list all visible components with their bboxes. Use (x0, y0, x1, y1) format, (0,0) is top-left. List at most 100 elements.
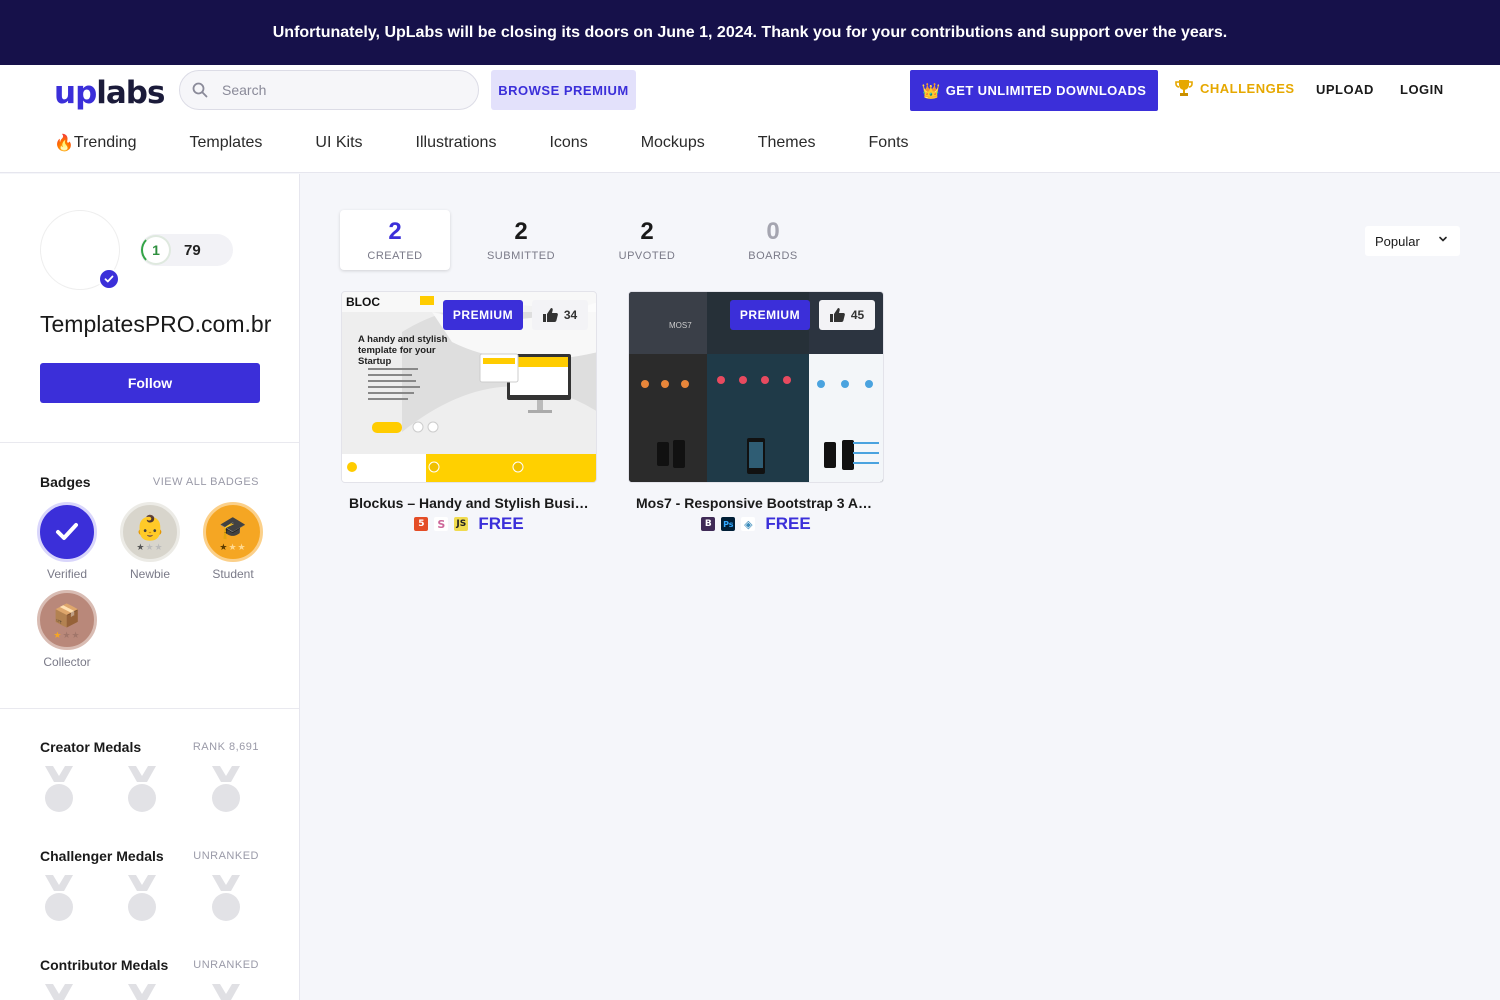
level-ring: 1 (141, 235, 171, 265)
banner-text: Unfortunately, UpLabs will be closing it… (272, 23, 1228, 41)
challenger-medals-title: Challenger Medals (40, 848, 164, 864)
medal-placeholder-icon (128, 984, 156, 1000)
logo-up: up (54, 75, 97, 111)
tab-created[interactable]: 2 CREATED (340, 210, 450, 270)
category-mockups[interactable]: Mockups (641, 133, 705, 153)
browse-premium-button[interactable]: BROWSE PREMIUM (491, 70, 636, 110)
points-value: 79 (184, 241, 201, 259)
badges-title: Badges (40, 474, 91, 490)
category-themes[interactable]: Themes (758, 133, 816, 153)
graduation-cap-icon: 🎓 ★★★ (203, 502, 263, 562)
thumb-brand: BLOC (346, 295, 380, 309)
tab-count: 2 (388, 218, 402, 245)
tab-label: BOARDS (748, 250, 798, 262)
contributor-rank: UNRANKED (193, 959, 259, 971)
category-illustrations[interactable]: Illustrations (416, 133, 497, 153)
tab-upvoted[interactable]: 2 UPVOTED (592, 210, 702, 270)
medal-placeholder-icon (45, 984, 73, 1000)
divider (0, 442, 299, 443)
like-count: 45 (850, 308, 865, 322)
premium-badge: PREMIUM (730, 300, 810, 330)
medal-placeholder-icon (45, 766, 73, 812)
thumbs-up-icon (542, 308, 558, 322)
uplabs-logo[interactable]: uplabs (54, 75, 165, 111)
level-points-pill: 1 79 (140, 234, 233, 266)
search-box[interactable] (179, 70, 479, 110)
tab-boards[interactable]: 0 BOARDS (718, 210, 828, 270)
view-all-badges-link[interactable]: VIEW ALL BADGES (153, 476, 259, 488)
shot-title[interactable]: Mos7 - Responsive Bootstrap 3 App Landin… (628, 495, 884, 511)
shot-thumbnail[interactable]: MOS7 PREMIUM 45 (628, 291, 884, 483)
divider (0, 708, 299, 709)
medal-placeholder-icon (212, 766, 240, 812)
badge-label: Student (212, 567, 254, 581)
medal-placeholder-icon (128, 875, 156, 921)
badge-label: Collector (43, 655, 91, 669)
baby-icon: 👶 ★★★ (120, 502, 180, 562)
box-icon: 📦 ★★★ (37, 590, 97, 650)
fire-icon: 🔥 (54, 135, 74, 152)
shot-thumbnail[interactable]: BLOC A handy and stylish template for yo… (341, 291, 597, 483)
thumb-brand: MOS7 (669, 321, 692, 330)
like-count: 34 (563, 308, 578, 322)
contributor-medals-title: Contributor Medals (40, 957, 169, 973)
get-unlimited-label: GET UNLIMITED DOWNLOADS (945, 83, 1147, 98)
shot-title[interactable]: Blockus – Handy and Stylish Business Tem… (341, 495, 597, 511)
profile-sidebar: 1 79 TemplatesPRO.com.br Follow Badges V… (0, 174, 300, 1000)
badge-student[interactable]: 🎓 ★★★ Student (198, 502, 268, 581)
thumb-heading-line: A handy and stylish (358, 334, 448, 345)
category-ui-kits[interactable]: UI Kits (315, 133, 362, 153)
medal-placeholder-icon (212, 984, 240, 1000)
upload-link[interactable]: UPLOAD (1316, 82, 1374, 97)
thumb-heading-line: template for your (358, 345, 436, 356)
login-link[interactable]: LOGIN (1400, 82, 1444, 97)
like-button[interactable]: 34 (532, 300, 588, 330)
trophy-icon (1175, 80, 1193, 96)
price-label: FREE (478, 514, 524, 533)
profile-name: TemplatesPRO.com.br (40, 311, 272, 337)
search-input[interactable] (222, 82, 462, 98)
sort-selected: Popular (1375, 233, 1420, 249)
category-trending[interactable]: 🔥 Trending (54, 133, 136, 153)
shot-meta: B Ps ◈ FREE (628, 514, 884, 534)
category-templates[interactable]: Templates (189, 133, 262, 153)
tab-count: 2 (640, 218, 654, 245)
challenges-link[interactable]: CHALLENGES (1174, 78, 1295, 98)
chevron-down-icon (1439, 236, 1447, 242)
get-unlimited-downloads-button[interactable]: 👑 GET UNLIMITED DOWNLOADS (910, 70, 1158, 111)
tab-submitted[interactable]: 2 SUBMITTED (466, 210, 576, 270)
html5-icon: 5 (414, 517, 429, 531)
tab-count: 0 (766, 218, 780, 245)
creator-medals-title: Creator Medals (40, 739, 142, 755)
like-button[interactable]: 45 (819, 300, 875, 330)
shot-card[interactable]: BLOC A handy and stylish template for yo… (341, 291, 597, 534)
badge-newbie[interactable]: 👶 ★★★ Newbie (115, 502, 185, 581)
category-label: Trending (73, 134, 137, 151)
creator-rank: RANK 8,691 (192, 741, 259, 753)
challenges-label: CHALLENGES (1200, 80, 1295, 96)
search-icon (192, 82, 208, 98)
tab-label: SUBMITTED (486, 250, 556, 262)
closing-announcement-banner: Unfortunately, UpLabs will be closing it… (0, 0, 1500, 65)
price-label: FREE (765, 514, 811, 533)
badge-verified[interactable]: Verified (32, 502, 102, 581)
thumb-heading-line: Startup (358, 356, 391, 367)
premium-badge: PREMIUM (443, 300, 523, 330)
badge-label: Verified (46, 567, 88, 581)
shot-card[interactable]: MOS7 PREMIUM 45 Mos7 - Responsive Bootst… (628, 291, 884, 534)
shot-meta: 5 S JS FREE (341, 514, 597, 534)
tab-count: 2 (514, 218, 528, 245)
badge-label: Newbie (129, 567, 171, 581)
thumbs-up-icon (829, 308, 845, 322)
challenger-rank: UNRANKED (193, 850, 259, 862)
photoshop-icon: Ps (721, 517, 736, 531)
medal-placeholder-icon (128, 766, 156, 812)
category-fonts[interactable]: Fonts (869, 133, 909, 153)
tab-label: CREATED (367, 250, 423, 262)
badge-collector[interactable]: 📦 ★★★ Collector (32, 590, 102, 669)
logo-labs: labs (96, 75, 165, 111)
category-icons[interactable]: Icons (549, 133, 587, 153)
sort-dropdown[interactable]: Popular (1365, 226, 1460, 256)
check-icon (37, 502, 97, 562)
follow-button[interactable]: Follow (40, 363, 260, 403)
